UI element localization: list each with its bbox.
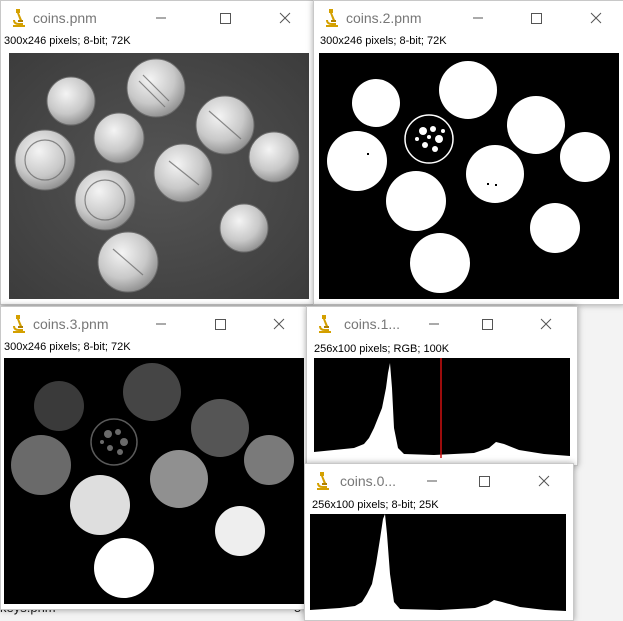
maximize-icon[interactable] [203, 311, 237, 337]
histogram-canvas[interactable] [314, 358, 570, 458]
coins-binary-image [319, 53, 619, 299]
window-coins-0-histogram[interactable]: coins.0... 256x100 pixels; 8-bit; 25K [304, 463, 574, 621]
close-icon[interactable] [268, 5, 302, 31]
minimize-icon[interactable] [144, 311, 178, 337]
microscope-icon [315, 471, 331, 491]
maximize-icon[interactable] [470, 311, 504, 337]
image-canvas[interactable] [319, 53, 619, 299]
window-title: coins.3.pnm [33, 316, 109, 332]
titlebar[interactable]: coins.0... [305, 464, 573, 498]
minimize-icon[interactable] [144, 5, 178, 31]
window-title: coins.2.pnm [346, 10, 422, 26]
image-canvas[interactable] [4, 358, 304, 604]
window-coins-1-histogram[interactable]: coins.1... 256x100 pixels; RGB; 100K [306, 306, 578, 466]
titlebar[interactable]: coins.1... [307, 307, 577, 341]
window-title: coins.1... [344, 316, 401, 332]
minimize-icon[interactable] [415, 468, 449, 494]
close-icon[interactable] [529, 311, 563, 337]
coins-labeled-image [4, 358, 304, 604]
histogram-plot [314, 358, 570, 458]
image-canvas[interactable] [9, 53, 309, 299]
close-icon[interactable] [262, 311, 296, 337]
histogram-plot [310, 514, 566, 614]
titlebar[interactable]: coins.pnm [1, 1, 314, 35]
window-title: coins.pnm [33, 10, 97, 26]
coins-grayscale-image [9, 53, 309, 299]
image-info: 300x246 pixels; 8-bit; 72K [320, 35, 447, 47]
window-coins-3[interactable]: coins.3.pnm 300x246 pixels; 8-bit; 72K [0, 306, 308, 610]
titlebar[interactable]: coins.3.pnm [1, 307, 307, 341]
image-info: 256x100 pixels; RGB; 100K [314, 343, 450, 355]
maximize-icon[interactable] [467, 468, 501, 494]
image-info: 300x246 pixels; 8-bit; 72K [4, 341, 131, 353]
minimize-icon[interactable] [461, 5, 495, 31]
microscope-icon [11, 314, 27, 334]
window-title: coins.0... [340, 473, 397, 489]
microscope-icon [11, 8, 27, 28]
maximize-icon[interactable] [519, 5, 553, 31]
window-coins[interactable]: coins.pnm 300x246 pixels; 8-bit; 72K [0, 0, 315, 305]
window-coins-2[interactable]: coins.2.pnm 300x246 pixels; 8-bit; 72K [313, 0, 623, 305]
close-icon[interactable] [527, 468, 561, 494]
maximize-icon[interactable] [208, 5, 242, 31]
microscope-icon [324, 8, 340, 28]
image-info: 300x246 pixels; 8-bit; 72K [4, 35, 131, 47]
minimize-icon[interactable] [417, 311, 451, 337]
histogram-canvas[interactable] [310, 514, 566, 614]
close-icon[interactable] [579, 5, 613, 31]
microscope-icon [317, 314, 333, 334]
image-info: 256x100 pixels; 8-bit; 25K [312, 499, 439, 511]
titlebar[interactable]: coins.2.pnm [314, 1, 623, 35]
